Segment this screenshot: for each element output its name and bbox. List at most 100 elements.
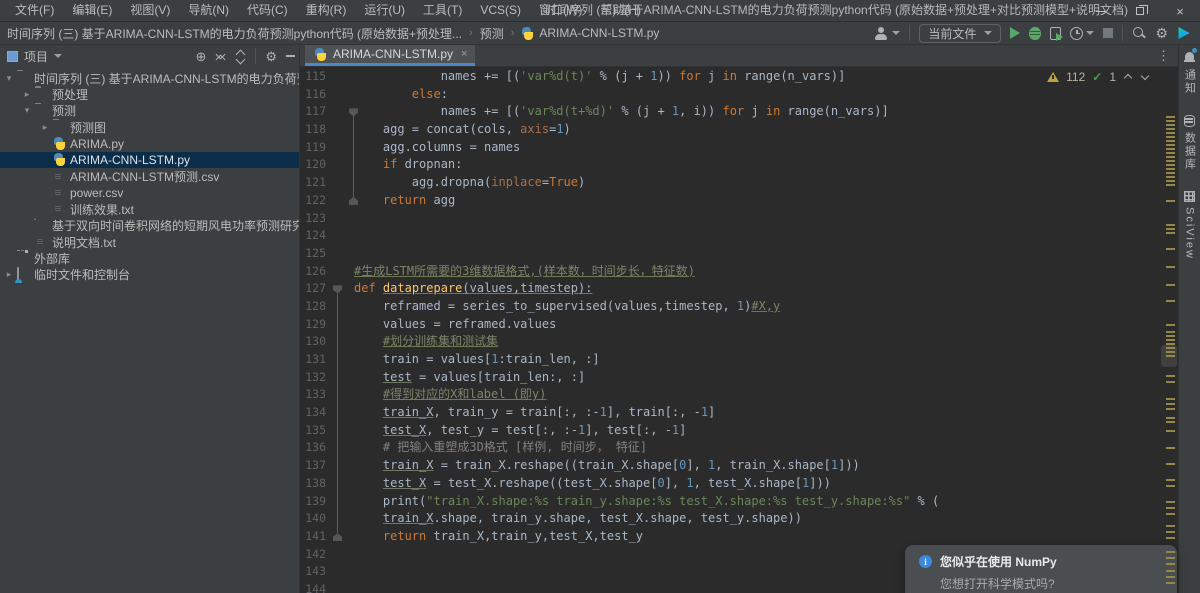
chevron-right-icon[interactable]: ▸ — [40, 122, 50, 133]
code-line[interactable]: 139 print("train_X.shape:%s train_y.shap… — [300, 493, 1178, 511]
error-stripe-scrollbar[interactable] — [1161, 67, 1177, 593]
user-account-button[interactable] — [874, 26, 900, 40]
chevron-right-icon[interactable]: ▸ — [22, 89, 32, 100]
minimize-button[interactable] — [1080, 0, 1120, 22]
code-line[interactable]: 136 # 把输入重塑成3D格式 [样例, 时间步， 特征] — [300, 439, 1178, 457]
code-line[interactable]: 138 test_X = test_X.reshape((test_X.shap… — [300, 475, 1178, 493]
line-number[interactable]: 117 — [300, 103, 326, 121]
line-number[interactable]: 125 — [300, 245, 326, 263]
profile-button[interactable] — [1070, 27, 1094, 40]
next-problem-icon[interactable] — [1140, 72, 1150, 82]
code-line[interactable]: 121 agg.dropna(inplace=True) — [300, 174, 1178, 192]
code-line[interactable]: 132 test = values[train_len:, :] — [300, 369, 1178, 387]
chevron-down-icon[interactable] — [54, 54, 62, 58]
line-number[interactable]: 131 — [300, 351, 326, 369]
line-number[interactable]: 138 — [300, 475, 326, 493]
chevron-down-icon[interactable]: ▾ — [22, 105, 32, 116]
code-line[interactable]: 116 else: — [300, 86, 1178, 104]
panel-settings-gear-icon[interactable]: ⚙ — [265, 50, 277, 63]
search-everywhere-button[interactable] — [1132, 26, 1146, 40]
line-number[interactable]: 143 — [300, 563, 326, 581]
tree-item-2[interactable]: ▾预测 — [0, 103, 299, 119]
tree-item-11[interactable]: 外部库 — [0, 250, 299, 266]
line-number[interactable]: 130 — [300, 333, 326, 351]
stop-button[interactable] — [1103, 28, 1113, 38]
code-line[interactable]: 133 #得到对应的X和label (即y) — [300, 386, 1178, 404]
menu-item-0[interactable]: 文件(F) — [6, 0, 63, 21]
code-line[interactable]: 125 — [300, 245, 1178, 263]
menu-item-7[interactable]: 工具(T) — [414, 0, 471, 21]
tree-item-3[interactable]: ▸预测图 — [0, 119, 299, 135]
breadcrumb-segment-1[interactable]: 预测 — [480, 25, 504, 42]
code-line[interactable]: 124 — [300, 227, 1178, 245]
code-line[interactable]: 134 train_X, train_y = train[:, :-1], tr… — [300, 404, 1178, 422]
code-line[interactable]: 126#生成LSTM所需要的3维数据格式,(样本数，时间步长，特征数) — [300, 263, 1178, 281]
tool-button-sciview[interactable]: SciView — [1184, 207, 1196, 260]
line-number[interactable]: 133 — [300, 386, 326, 404]
line-number[interactable]: 122 — [300, 192, 326, 210]
plugin-colorful-icon[interactable] — [1177, 27, 1190, 40]
line-number[interactable]: 134 — [300, 404, 326, 422]
debug-button[interactable] — [1029, 27, 1041, 40]
code-line[interactable]: 135 test_X, test_y = test[:, :-1], test[… — [300, 422, 1178, 440]
menu-item-4[interactable]: 代码(C) — [238, 0, 297, 21]
line-number[interactable]: 119 — [300, 139, 326, 157]
code-line[interactable]: 137 train_X = train_X.reshape((train_X.s… — [300, 457, 1178, 475]
code-line[interactable]: 119 agg.columns = names — [300, 139, 1178, 157]
run-button[interactable] — [1010, 27, 1020, 39]
line-number[interactable]: 140 — [300, 510, 326, 528]
line-number[interactable]: 116 — [300, 86, 326, 104]
code-line[interactable]: 118 agg = concat(cols, axis=1) — [300, 121, 1178, 139]
tree-item-0[interactable]: ▾时间序列 (三) 基于ARIMA-CNN-LSTM的电力负荷预测pytho — [0, 70, 299, 86]
line-number[interactable]: 141 — [300, 528, 326, 546]
code-line[interactable]: 140 train_X.shape, train_y.shape, test_X… — [300, 510, 1178, 528]
run-configuration-select[interactable]: 当前文件 — [919, 24, 1001, 43]
tree-item-5[interactable]: ARIMA-CNN-LSTM.py — [0, 152, 299, 168]
line-number[interactable]: 121 — [300, 174, 326, 192]
maximize-button[interactable] — [1120, 0, 1160, 22]
previous-problem-icon[interactable] — [1123, 72, 1133, 82]
menu-item-2[interactable]: 视图(V) — [121, 0, 179, 21]
line-number[interactable]: 120 — [300, 156, 326, 174]
line-number[interactable]: 129 — [300, 316, 326, 334]
line-number[interactable]: 136 — [300, 439, 326, 457]
tool-button-database[interactable]: 数据库 — [1182, 132, 1198, 171]
hide-panel-icon[interactable] — [286, 55, 295, 57]
line-number[interactable]: 127 — [300, 280, 326, 298]
tree-item-8[interactable]: 训练效果.txt — [0, 201, 299, 217]
menu-item-6[interactable]: 运行(U) — [355, 0, 414, 21]
notifications-bell-icon[interactable] — [1184, 51, 1195, 62]
menu-item-1[interactable]: 编辑(E) — [63, 0, 121, 21]
code-line[interactable]: 122 return agg — [300, 192, 1178, 210]
line-number[interactable]: 115 — [300, 68, 326, 86]
code-line[interactable]: 141 return train_X,train_y,test_X,test_y — [300, 528, 1178, 546]
breadcrumb-segment-0[interactable]: 时间序列 (三) 基于ARIMA-CNN-LSTM的电力负荷预测python代码… — [7, 25, 462, 42]
collapse-all-icon[interactable] — [215, 50, 226, 62]
line-number[interactable]: 137 — [300, 457, 326, 475]
code-line[interactable]: 120 if dropnan: — [300, 156, 1178, 174]
line-number[interactable]: 124 — [300, 227, 326, 245]
line-number[interactable]: 135 — [300, 422, 326, 440]
code-editor-area[interactable]: 115 names += [('var%d(t)' % (j + 1)) for… — [300, 67, 1178, 593]
chevron-right-icon[interactable]: ▸ — [4, 269, 14, 280]
line-number[interactable]: 132 — [300, 369, 326, 387]
menu-item-3[interactable]: 导航(N) — [179, 0, 238, 21]
settings-gear-button[interactable]: ⚙ — [1155, 26, 1168, 40]
line-number[interactable]: 142 — [300, 546, 326, 564]
tree-item-9[interactable]: 基于双向时间卷积网络的短期风电功率预测研究_陈柏安.pdf — [0, 218, 299, 234]
database-icon[interactable] — [1184, 115, 1195, 127]
line-number[interactable]: 139 — [300, 493, 326, 511]
tree-item-4[interactable]: ARIMA.py — [0, 136, 299, 152]
code-line[interactable]: 129 values = reframed.values — [300, 316, 1178, 334]
code-line[interactable]: 123 — [300, 210, 1178, 228]
breadcrumb-segment-2[interactable]: ARIMA-CNN-LSTM.py — [539, 26, 659, 40]
code-line[interactable]: 130 #划分训练集和测试集 — [300, 333, 1178, 351]
code-line[interactable]: 131 train = values[1:train_len, :] — [300, 351, 1178, 369]
tree-item-1[interactable]: ▸预处理 — [0, 86, 299, 102]
inspections-widget[interactable]: 112 ✓ 1 — [1047, 70, 1150, 84]
tree-item-12[interactable]: ▸临时文件和控制台 — [0, 267, 299, 283]
tree-item-6[interactable]: ARIMA-CNN-LSTM预测.csv — [0, 168, 299, 184]
run-with-coverage-button[interactable] — [1050, 27, 1061, 40]
line-number[interactable]: 144 — [300, 581, 326, 593]
line-number[interactable]: 123 — [300, 210, 326, 228]
